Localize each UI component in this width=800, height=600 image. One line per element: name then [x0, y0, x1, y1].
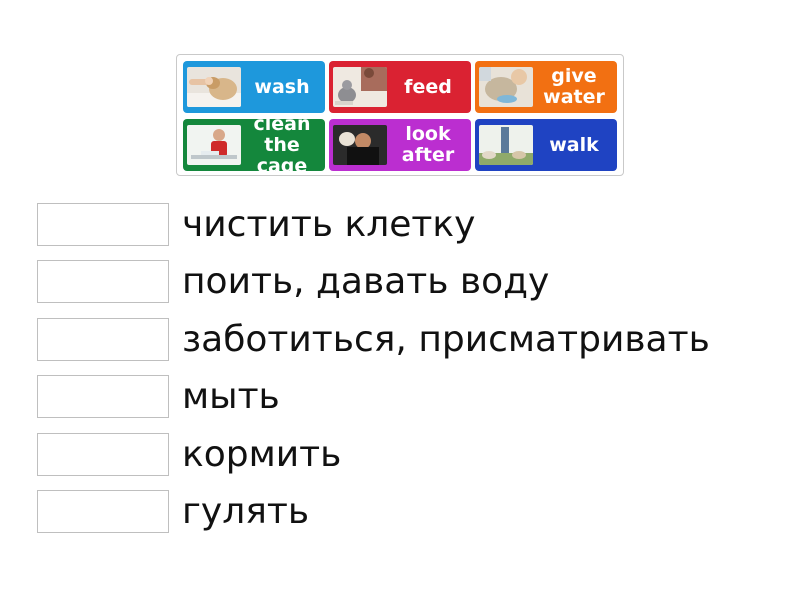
drop-box[interactable]: [37, 203, 169, 246]
definition-text: гулять: [182, 491, 310, 532]
drop-box[interactable]: [37, 260, 169, 303]
definition-text: заботиться, присматривать: [182, 319, 710, 360]
definition-text: чистить клетку: [182, 204, 476, 245]
caring-for-pet-photo-icon: [333, 125, 387, 165]
pet-drinking-photo-icon: [479, 67, 533, 107]
match-row: чистить клетку: [37, 203, 777, 247]
match-row: поить, давать воду: [37, 260, 777, 304]
tile-label: give water: [543, 65, 605, 108]
tile-wash[interactable]: wash: [183, 61, 325, 113]
drop-box[interactable]: [37, 490, 169, 533]
match-row: мыть: [37, 375, 777, 419]
tile-label: wash: [254, 75, 310, 98]
definition-text: мыть: [182, 376, 280, 417]
child-cleaning-cage-photo-icon: [187, 125, 241, 165]
tile-clean-the-cage[interactable]: clean the cage: [183, 119, 325, 171]
tile-feed[interactable]: feed: [329, 61, 471, 113]
match-row: кормить: [37, 433, 777, 477]
tile-look-after[interactable]: look after: [329, 119, 471, 171]
match-row: гулять: [37, 490, 777, 534]
tile-give-water[interactable]: give water: [475, 61, 617, 113]
drop-box[interactable]: [37, 375, 169, 418]
drop-box[interactable]: [37, 433, 169, 476]
washing-pet-photo-icon: [187, 67, 241, 107]
tile-label: feed: [404, 75, 452, 98]
tile-walk[interactable]: walk: [475, 119, 617, 171]
drop-box[interactable]: [37, 318, 169, 361]
match-row: заботиться, присматривать: [37, 318, 777, 362]
tile-label: look after: [401, 123, 455, 166]
answer-tile-bank: wash feed give water clean the cage look…: [176, 54, 624, 176]
tile-label: clean the cage: [253, 119, 311, 171]
tile-label: walk: [549, 133, 599, 156]
definition-text: кормить: [182, 434, 342, 475]
feeding-pet-photo-icon: [333, 67, 387, 107]
walking-dogs-photo-icon: [479, 125, 533, 165]
definition-text: поить, давать воду: [182, 261, 550, 302]
